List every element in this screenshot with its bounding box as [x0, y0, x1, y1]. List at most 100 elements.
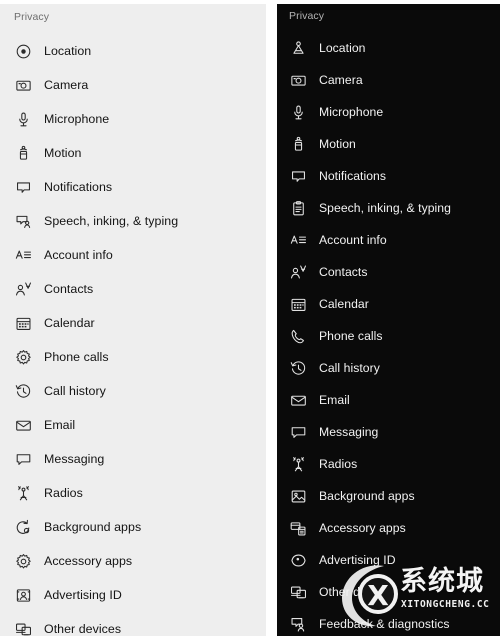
sidebar-item-label: Contacts: [319, 265, 368, 279]
nav-list-light: Location Camera Microphone Motion Notificati…: [0, 34, 266, 636]
sidebar-item-phone-calls[interactable]: Phone calls: [277, 320, 500, 352]
sidebar-item-label: Motion: [44, 146, 82, 160]
sidebar-item-email[interactable]: Email: [277, 384, 500, 416]
page-title-dark: Privacy: [289, 10, 325, 22]
gear-icon: [14, 552, 33, 571]
sidebar-item-label: Calendar: [319, 297, 369, 311]
messaging-bubble-icon: [289, 423, 308, 442]
sidebar-item-background-apps[interactable]: Background apps: [277, 480, 500, 512]
sidebar-item-label: Notifications: [44, 180, 113, 194]
sidebar-item-contacts[interactable]: Contacts: [277, 256, 500, 288]
speech-inking-typing-icon: [14, 212, 33, 231]
speech-clipboard-icon: [289, 199, 308, 218]
contacts-icon: [289, 263, 308, 282]
sidebar-item-phone-calls[interactable]: Phone calls: [0, 340, 266, 374]
sidebar-item-label: Motion: [319, 137, 356, 151]
microphone-icon: [14, 110, 33, 129]
sidebar-item-call-history[interactable]: Call history: [277, 352, 500, 384]
sidebar-item-label: Other devices: [319, 585, 395, 599]
sidebar-item-label: Messaging: [319, 425, 379, 439]
sidebar-item-label: Speech, inking, & typing: [319, 201, 451, 215]
notification-balloon-icon: [14, 178, 33, 197]
sidebar-item-notifications[interactable]: Notifications: [0, 170, 266, 204]
radios-antenna-icon: [289, 455, 308, 474]
sidebar-item-motion[interactable]: Motion: [0, 136, 266, 170]
sidebar-item-accessory-apps[interactable]: Accessory apps: [0, 544, 266, 578]
radios-antenna-icon: [14, 484, 33, 503]
sidebar-item-label: Account info: [44, 248, 113, 262]
account-info-icon: [14, 246, 33, 265]
sidebar-item-speech-inking-typing[interactable]: Speech, inking, & typing: [0, 204, 266, 238]
sidebar-item-camera[interactable]: Camera: [0, 68, 266, 102]
sidebar-item-label: Email: [319, 393, 350, 407]
sidebar-item-label: Phone calls: [319, 329, 383, 343]
calendar-icon: [14, 314, 33, 333]
sidebar-item-calendar[interactable]: Calendar: [277, 288, 500, 320]
sidebar-item-email[interactable]: Email: [0, 408, 266, 442]
sidebar-item-label: Feedback & diagnostics: [319, 617, 450, 631]
background-apps-refresh-icon: [14, 518, 33, 537]
sidebar-item-feedback-diagnostics[interactable]: Feedback & diagnostics: [277, 608, 500, 636]
page-title-light: Privacy: [14, 11, 50, 23]
sidebar-item-label: Background apps: [319, 489, 415, 503]
sidebar-item-other-devices[interactable]: Other devices: [277, 576, 500, 608]
sidebar-item-account-info[interactable]: Account info: [0, 238, 266, 272]
sidebar-item-label: Camera: [319, 73, 363, 87]
gear-icon: [14, 348, 33, 367]
sidebar-item-label: Call history: [319, 361, 380, 375]
sidebar-item-label: Contacts: [44, 282, 94, 296]
background-apps-picture-icon: [289, 487, 308, 506]
sidebar-item-label: Accessory apps: [319, 521, 406, 535]
sidebar-item-label: Messaging: [44, 452, 105, 466]
sidebar-item-label: Camera: [44, 78, 89, 92]
sidebar-item-label: Accessory apps: [44, 554, 133, 568]
sidebar-item-label: Radios: [44, 486, 83, 500]
sidebar-item-radios[interactable]: Radios: [0, 476, 266, 510]
advertising-id-eye-icon: [289, 551, 308, 570]
sidebar-item-label: Radios: [319, 457, 358, 471]
sidebar-item-background-apps[interactable]: Background apps: [0, 510, 266, 544]
calendar-icon: [289, 295, 308, 314]
motion-icon: [289, 135, 308, 154]
sidebar-item-location[interactable]: Location: [0, 34, 266, 68]
accessory-apps-device-icon: [289, 519, 308, 538]
sidebar-item-camera[interactable]: Camera: [277, 64, 500, 96]
privacy-nav-light-theme: Privacy Location Camera Microphone Motion No…: [0, 4, 266, 636]
camera-icon: [289, 71, 308, 90]
sidebar-item-advertising-id[interactable]: Advertising ID: [277, 544, 500, 576]
sidebar-item-label: Account info: [319, 233, 387, 247]
location-target-icon: [14, 42, 33, 61]
motion-icon: [14, 144, 33, 163]
sidebar-item-messaging[interactable]: Messaging: [0, 442, 266, 476]
phone-handset-icon: [289, 327, 308, 346]
sidebar-item-label: Microphone: [44, 112, 110, 126]
microphone-icon: [289, 103, 308, 122]
sidebar-item-other-devices[interactable]: Other devices: [0, 612, 266, 636]
sidebar-item-label: Email: [44, 418, 76, 432]
sidebar-item-location[interactable]: Location: [277, 32, 500, 64]
sidebar-item-microphone[interactable]: Microphone: [0, 102, 266, 136]
sidebar-item-label: Phone calls: [44, 350, 109, 364]
sidebar-item-messaging[interactable]: Messaging: [277, 416, 500, 448]
sidebar-item-speech-inking-typing[interactable]: Speech, inking, & typing: [277, 192, 500, 224]
sidebar-item-radios[interactable]: Radios: [277, 448, 500, 480]
privacy-nav-dark-theme: Privacy Location Camera Microphone Motion No…: [277, 4, 500, 636]
camera-icon: [14, 76, 33, 95]
sidebar-item-label: Microphone: [319, 105, 384, 119]
sidebar-item-contacts[interactable]: Contacts: [0, 272, 266, 306]
email-envelope-icon: [14, 416, 33, 435]
sidebar-item-microphone[interactable]: Microphone: [277, 96, 500, 128]
sidebar-item-label: Location: [319, 41, 366, 55]
email-envelope-icon: [289, 391, 308, 410]
sidebar-item-account-info[interactable]: Account info: [277, 224, 500, 256]
sidebar-item-advertising-id[interactable]: Advertising ID: [0, 578, 266, 612]
other-devices-icon: [14, 620, 33, 636]
sidebar-item-motion[interactable]: Motion: [277, 128, 500, 160]
sidebar-item-accessory-apps[interactable]: Accessory apps: [277, 512, 500, 544]
sidebar-item-calendar[interactable]: Calendar: [0, 306, 266, 340]
sidebar-item-label: Advertising ID: [319, 553, 396, 567]
account-info-icon: [289, 231, 308, 250]
sidebar-item-notifications[interactable]: Notifications: [277, 160, 500, 192]
call-history-clock-icon: [289, 359, 308, 378]
sidebar-item-call-history[interactable]: Call history: [0, 374, 266, 408]
